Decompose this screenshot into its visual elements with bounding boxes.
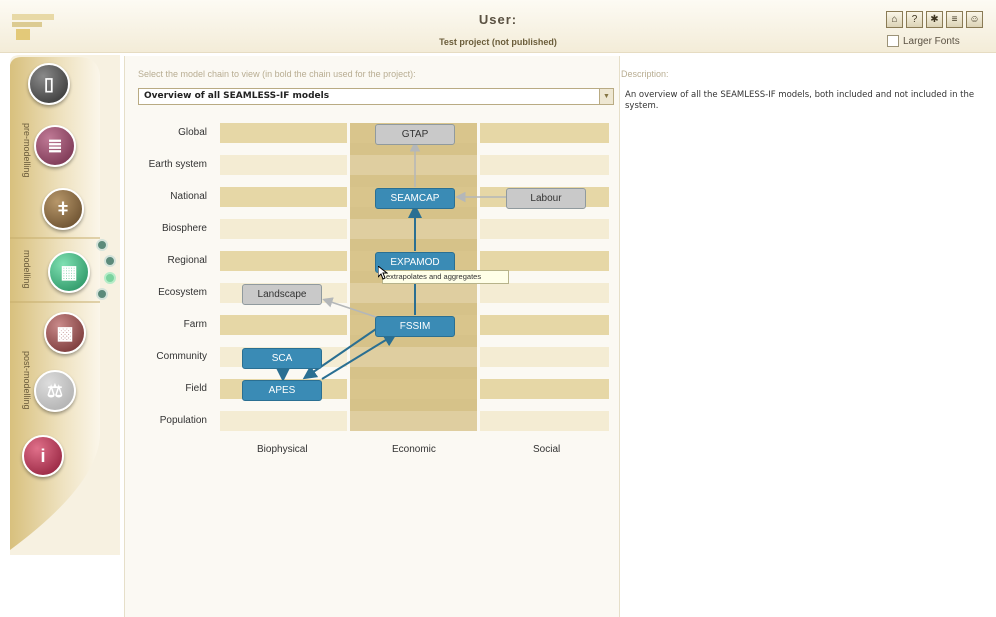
model-chain-select-label: Select the model chain to view (in bold … bbox=[138, 69, 416, 79]
top-bar: User: Test project (not published) ⌂ ? ✱… bbox=[0, 0, 996, 53]
step-dot[interactable] bbox=[96, 239, 108, 251]
larger-fonts-toggle[interactable]: Larger Fonts bbox=[887, 35, 960, 47]
domain-label-social: Social bbox=[533, 444, 561, 455]
link-fssim-landscape bbox=[322, 297, 377, 318]
link-tooltip: extrapolates and aggregates bbox=[382, 270, 509, 284]
sidebar-label-post-modelling: post-modelling bbox=[22, 351, 32, 410]
info-icon[interactable]: i bbox=[22, 435, 64, 477]
toolbar: ⌂ ? ✱ ≡ ☺ bbox=[886, 11, 983, 28]
sidebar-label-modelling: modelling bbox=[22, 250, 32, 289]
step-dot[interactable] bbox=[104, 255, 116, 267]
help-icon[interactable]: ? bbox=[906, 11, 923, 28]
description-text: An overview of all the SEAMLESS-IF model… bbox=[625, 90, 975, 111]
step-dot[interactable] bbox=[96, 288, 108, 300]
model-node-gtap[interactable]: GTAP bbox=[375, 124, 455, 145]
model-diagram: Global Earth system National Biosphere R… bbox=[128, 115, 618, 465]
model-node-seamcap[interactable]: SEAMCAP bbox=[375, 188, 455, 209]
home-icon[interactable]: ⌂ bbox=[886, 11, 903, 28]
sidebar-label-pre-modelling: pre-modelling bbox=[22, 123, 32, 178]
scales-icon[interactable]: ⚖ bbox=[34, 370, 76, 412]
chevron-down-icon[interactable]: ▼ bbox=[599, 89, 613, 104]
description-label: Description: bbox=[621, 69, 669, 79]
clipboard-icon[interactable]: ▯ bbox=[28, 63, 70, 105]
workflow-sidebar: pre-modelling modelling post-modelling ▯… bbox=[8, 55, 120, 555]
domain-label-economic: Economic bbox=[392, 444, 436, 455]
domain-label-biophysical: Biophysical bbox=[257, 444, 308, 455]
user-title: User: bbox=[478, 12, 518, 27]
model-node-fssim[interactable]: FSSIM bbox=[375, 316, 455, 337]
chart-icon[interactable]: ▩ bbox=[44, 312, 86, 354]
calculator-icon[interactable]: ▦ bbox=[48, 251, 90, 293]
model-node-labour[interactable]: Labour bbox=[506, 188, 586, 209]
model-node-apes[interactable]: APES bbox=[242, 380, 322, 401]
model-chain-select-value: Overview of all SEAMLESS-IF models bbox=[144, 91, 330, 101]
document-icon[interactable]: ≡ bbox=[946, 11, 963, 28]
model-links bbox=[276, 141, 506, 382]
step-dot-active[interactable] bbox=[104, 272, 116, 284]
model-node-landscape[interactable]: Landscape bbox=[242, 284, 322, 305]
books-icon[interactable]: ≣ bbox=[34, 125, 76, 167]
model-chain-select[interactable]: Overview of all SEAMLESS-IF models ▼ bbox=[138, 88, 614, 105]
larger-fonts-label: Larger Fonts bbox=[903, 35, 960, 47]
settings-icon[interactable]: ✱ bbox=[926, 11, 943, 28]
model-node-sca[interactable]: SCA bbox=[242, 348, 322, 369]
larger-fonts-checkbox[interactable] bbox=[887, 35, 899, 47]
thermometer-icon[interactable]: ǂ bbox=[42, 188, 84, 230]
project-title: Test project (not published) bbox=[439, 37, 557, 47]
mouse-cursor-icon bbox=[378, 266, 388, 280]
users-icon[interactable]: ☺ bbox=[966, 11, 983, 28]
